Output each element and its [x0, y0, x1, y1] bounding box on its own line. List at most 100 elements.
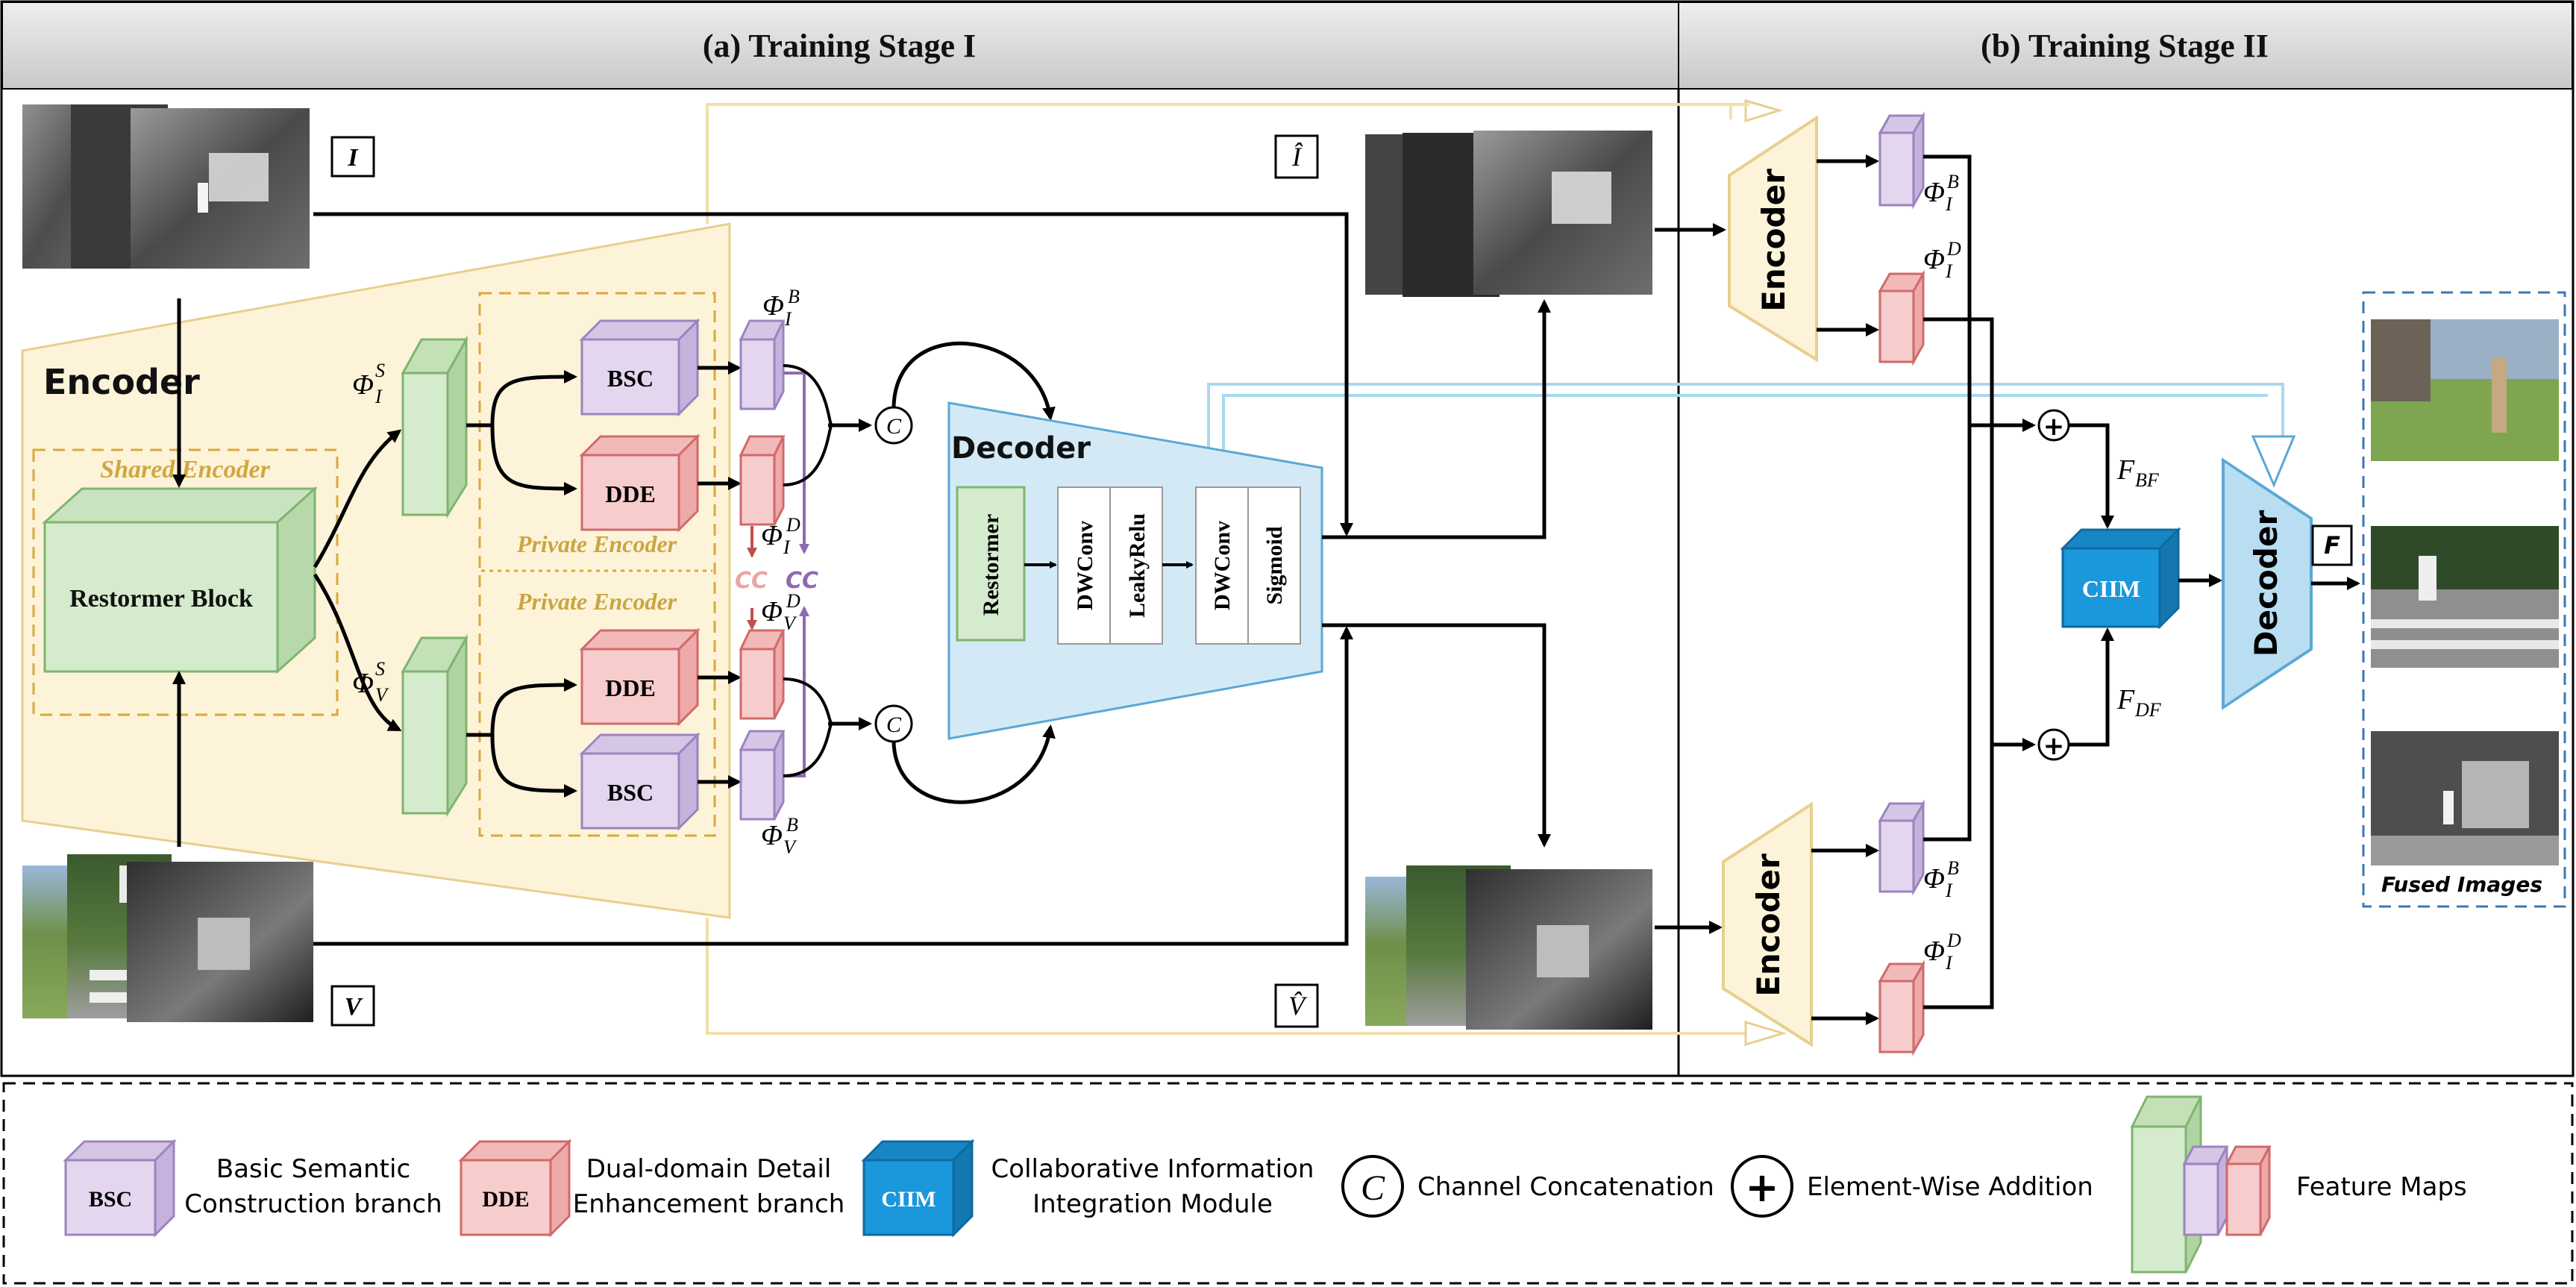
fused-images-caption: Fused Images	[2381, 872, 2542, 897]
infrared-image-stack	[22, 104, 310, 269]
svg-text:+: +	[2043, 412, 2065, 442]
arrow-add-top-to-ciim	[2069, 423, 2114, 529]
svg-text:C: C	[886, 713, 902, 737]
feature-map-phi-d-v	[739, 629, 786, 720]
decoder-out-infrared	[1322, 299, 1551, 539]
legend-concat-icon: C	[1341, 1155, 1404, 1218]
concat-node-bottom: C	[874, 704, 913, 743]
svg-text:F: F	[2116, 684, 2135, 715]
legend-dde-box-label: DDE	[482, 1187, 529, 1212]
svg-text:I: I	[784, 308, 792, 330]
svg-text:S: S	[375, 360, 385, 381]
merge-bottom-phi-b	[783, 722, 833, 777]
legend-ciim-text-2: Integration Module	[1032, 1189, 1273, 1219]
svg-text:I: I	[375, 386, 383, 407]
svg-text:V: V	[783, 613, 797, 634]
stage2-decoder-label: Decoder	[2248, 510, 2284, 657]
legend-bsc-text-1: Basic Semantic	[216, 1154, 410, 1184]
svg-text:I: I	[1945, 260, 1953, 282]
restormer-block	[42, 486, 318, 674]
fused-image-3	[2371, 731, 2559, 865]
framework-diagram: (a) Training Stage I (b) Training Stage …	[0, 0, 2576, 1287]
cc-label-purple: CC	[786, 568, 818, 594]
legend-ciim-box-label: CIIM	[881, 1187, 936, 1212]
svg-text:B: B	[1947, 171, 1959, 192]
label-stage2-phi-d-top: Φ D I	[1923, 238, 1961, 282]
svg-text:+: +	[2043, 731, 2065, 761]
stage1-title: (a) Training Stage I	[703, 28, 976, 64]
svg-text:Φ: Φ	[1923, 177, 1945, 208]
recon-visible-image-stack	[1365, 865, 1652, 1030]
legend-bsc-box-label: BSC	[89, 1187, 132, 1212]
svg-text:D: D	[1946, 238, 1961, 260]
svg-text:S: S	[375, 658, 385, 680]
decoder-sigmoid-label: Sigmoid	[1262, 526, 1287, 604]
recon-loop-top-arrow	[1744, 99, 1784, 123]
feature-map-phi-d-i	[739, 435, 786, 526]
bsc-label-visible: BSC	[607, 779, 654, 806]
svg-text:Φ: Φ	[761, 820, 783, 851]
stage2-encoder-bottom-label: Encoder	[1750, 854, 1787, 997]
recon-infrared-label-box: Î	[1274, 134, 1319, 179]
stage2-phi-b-top	[1878, 111, 1925, 210]
visible-label-box: V	[330, 985, 375, 1027]
visible-image-stack	[22, 854, 313, 1022]
recon-visible-label-box: V̂	[1274, 983, 1319, 1028]
svg-text:I: I	[1945, 880, 1953, 901]
label-phi-d-v: Φ D V	[761, 590, 800, 634]
infrared-label-box: I	[330, 136, 375, 178]
svg-text:BF: BF	[2135, 469, 2160, 491]
output-label: F	[2324, 531, 2340, 560]
feature-map-phi-b-i	[739, 319, 786, 410]
stage2-title: (b) Training Stage II	[1981, 28, 2269, 64]
svg-text:Φ: Φ	[352, 369, 374, 401]
add-node-top: +	[2037, 409, 2070, 442]
svg-text:Φ: Φ	[1923, 936, 1945, 967]
feature-map-phi-s-v	[401, 633, 468, 818]
arrow-add-bottom-to-ciim	[2069, 627, 2114, 747]
legend-dde-text-2: Enhancement branch	[573, 1189, 845, 1219]
decoder-title: Decoder	[951, 431, 1091, 466]
merge-top-phi-d	[783, 424, 833, 486]
legend-concat-text: Channel Concatenation	[1417, 1172, 1714, 1202]
fused-image-2	[2371, 526, 2559, 668]
svg-text:F: F	[2116, 454, 2135, 486]
label-fdf: F DF	[2116, 684, 2162, 721]
svg-text:Φ: Φ	[1923, 863, 1945, 895]
restormer-block-label: Restormer Block	[69, 585, 253, 613]
svg-text:Φ: Φ	[761, 520, 783, 551]
legend-ciim-text-1: Collaborative Information	[991, 1154, 1314, 1184]
feature-map-phi-s-i	[401, 335, 468, 519]
legend-bsc-text-2: Construction branch	[184, 1189, 442, 1219]
decoder-dwconv1-label: DWConv	[1073, 521, 1097, 610]
decoder-out-visible	[1322, 623, 1551, 848]
fused-image-1	[2371, 319, 2559, 461]
svg-text:C: C	[1361, 1168, 1385, 1208]
route-phi-b-bottom	[1923, 425, 1972, 842]
output-label-box: F	[2311, 524, 2353, 566]
bsc-label-infrared: BSC	[607, 365, 654, 392]
legend-dde-text-1: Dual-domain Detail	[586, 1154, 832, 1184]
svg-text:+: +	[1745, 1164, 1779, 1211]
add-node-bottom: +	[2037, 728, 2070, 761]
label-stage2-phi-b-bottom: Φ B I	[1923, 857, 1959, 901]
legend-feature-maps-icon	[2130, 1095, 2272, 1274]
shared-encoder-title: Shared Encoder	[100, 456, 270, 483]
arrow-concat-bottom-to-decoder	[891, 724, 1056, 804]
svg-text:I: I	[1945, 952, 1953, 974]
decoder-feedback-line-2	[1222, 394, 2268, 455]
decoder-restormer-label: Restormer	[979, 514, 1003, 616]
svg-text:C: C	[886, 414, 902, 439]
infrared-label: I	[347, 144, 359, 172]
legend-add-text: Element-Wise Addition	[1807, 1172, 2093, 1202]
legend-feature-text: Feature Maps	[2296, 1172, 2467, 1202]
decoder-feedback-arrow	[2251, 435, 2296, 488]
svg-text:B: B	[786, 814, 798, 836]
private-encoder-title-top: Private Encoder	[516, 530, 677, 557]
decoder-leakyrelu-label: LeakyRelu	[1125, 513, 1150, 618]
label-stage2-phi-b-top: Φ B I	[1923, 171, 1959, 215]
svg-text:B: B	[1947, 857, 1959, 879]
label-stage2-phi-d-bottom: Φ D I	[1923, 930, 1961, 974]
svg-text:DF: DF	[2134, 699, 2162, 721]
svg-text:B: B	[788, 286, 800, 307]
